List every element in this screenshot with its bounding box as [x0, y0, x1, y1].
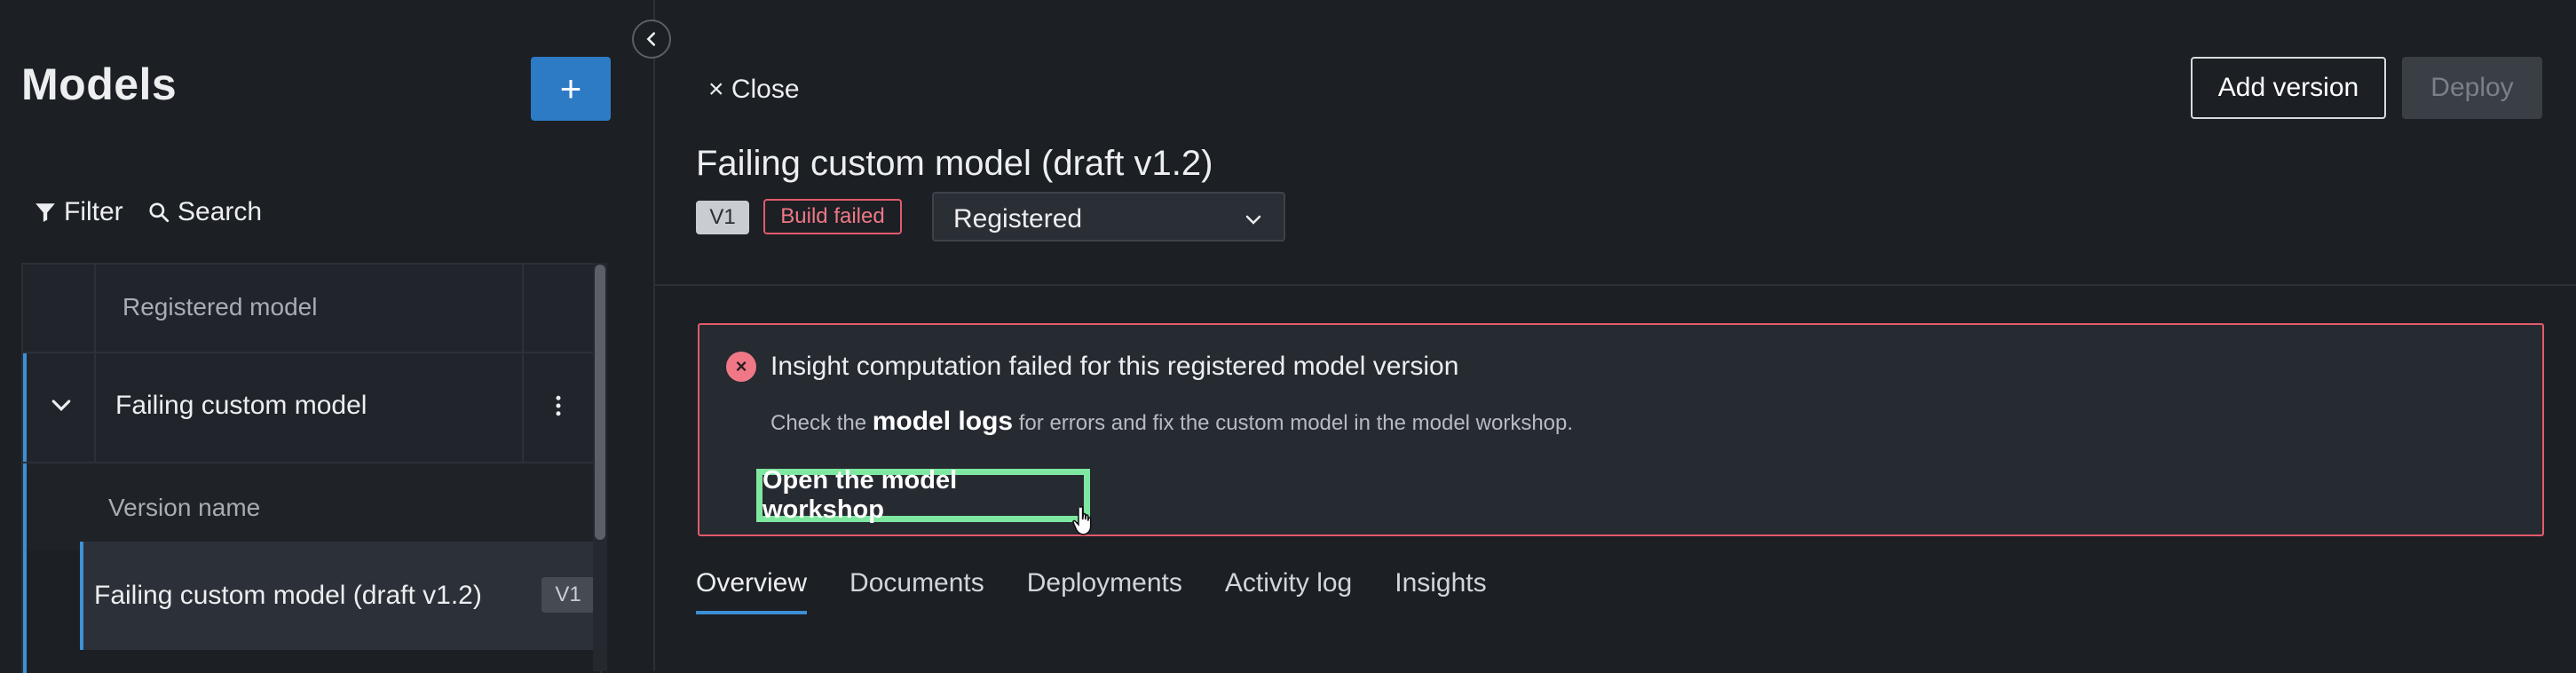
tab-bar: Overview Documents Deployments Activity … [696, 568, 1529, 614]
close-button[interactable]: × Close [708, 75, 800, 105]
collapse-sidebar-button[interactable] [632, 20, 671, 59]
open-model-workshop-button[interactable]: Open the model workshop [756, 466, 1090, 524]
page-title: Failing custom model (draft v1.2) [696, 144, 1213, 183]
status-select-value: Registered [953, 204, 1083, 234]
more-options-icon[interactable] [545, 392, 572, 419]
version-header-label: Version name [108, 494, 261, 521]
search-icon [149, 202, 170, 223]
build-status-badge: Build failed [763, 199, 902, 234]
search-button[interactable]: Search [147, 197, 262, 227]
filter-button[interactable]: Filter [34, 197, 123, 227]
alert-title: Insight computation failed for this regi… [770, 352, 1459, 381]
search-label: Search [178, 197, 263, 226]
version-badge: V1 [696, 201, 749, 234]
sidebar-title: Models [21, 59, 178, 109]
header-divider [655, 284, 2576, 286]
version-row[interactable]: Failing custom model (draft v1.2) V1 [80, 542, 600, 650]
version-badge: V1 [541, 577, 595, 613]
tab-documents[interactable]: Documents [849, 568, 984, 614]
chevron-down-icon [1245, 215, 1261, 225]
deploy-button[interactable]: Deploy [2402, 57, 2542, 119]
version-name: Failing custom model (draft v1.2) [94, 581, 482, 610]
tab-overview[interactable]: Overview [696, 568, 808, 614]
version-header-row: Version name [23, 463, 600, 673]
tree-header-label: Registered model [122, 293, 318, 321]
sidebar-scroll-thumb[interactable] [595, 265, 605, 540]
tab-deployments[interactable]: Deployments [1027, 568, 1182, 614]
alert-body-suffix: for errors and fix the custom model in t… [1018, 411, 1574, 435]
tree-header-row: Registered model [23, 265, 600, 353]
tab-activity-log[interactable]: Activity log [1225, 568, 1352, 614]
model-row[interactable]: Failing custom model [23, 353, 600, 463]
hand-cursor-icon [1072, 505, 1092, 535]
chevron-down-icon[interactable] [48, 392, 75, 419]
model-logs-link[interactable]: model logs [873, 407, 1013, 436]
model-name: Failing custom model [115, 391, 367, 420]
filter-label: Filter [64, 197, 123, 226]
filter-icon [36, 203, 55, 222]
add-version-button[interactable]: Add version [2191, 57, 2386, 119]
tab-insights[interactable]: Insights [1395, 568, 1486, 614]
model-tree: Registered model Failing custom model Ve… [21, 263, 602, 673]
add-model-button[interactable]: + [531, 57, 611, 121]
chevron-left-icon [646, 32, 656, 46]
error-icon: × [726, 352, 756, 382]
status-select[interactable]: Registered [932, 192, 1285, 241]
alert-body-prefix: Check the [770, 411, 867, 435]
alert-body: Check the model logs for errors and fix … [770, 407, 1573, 437]
